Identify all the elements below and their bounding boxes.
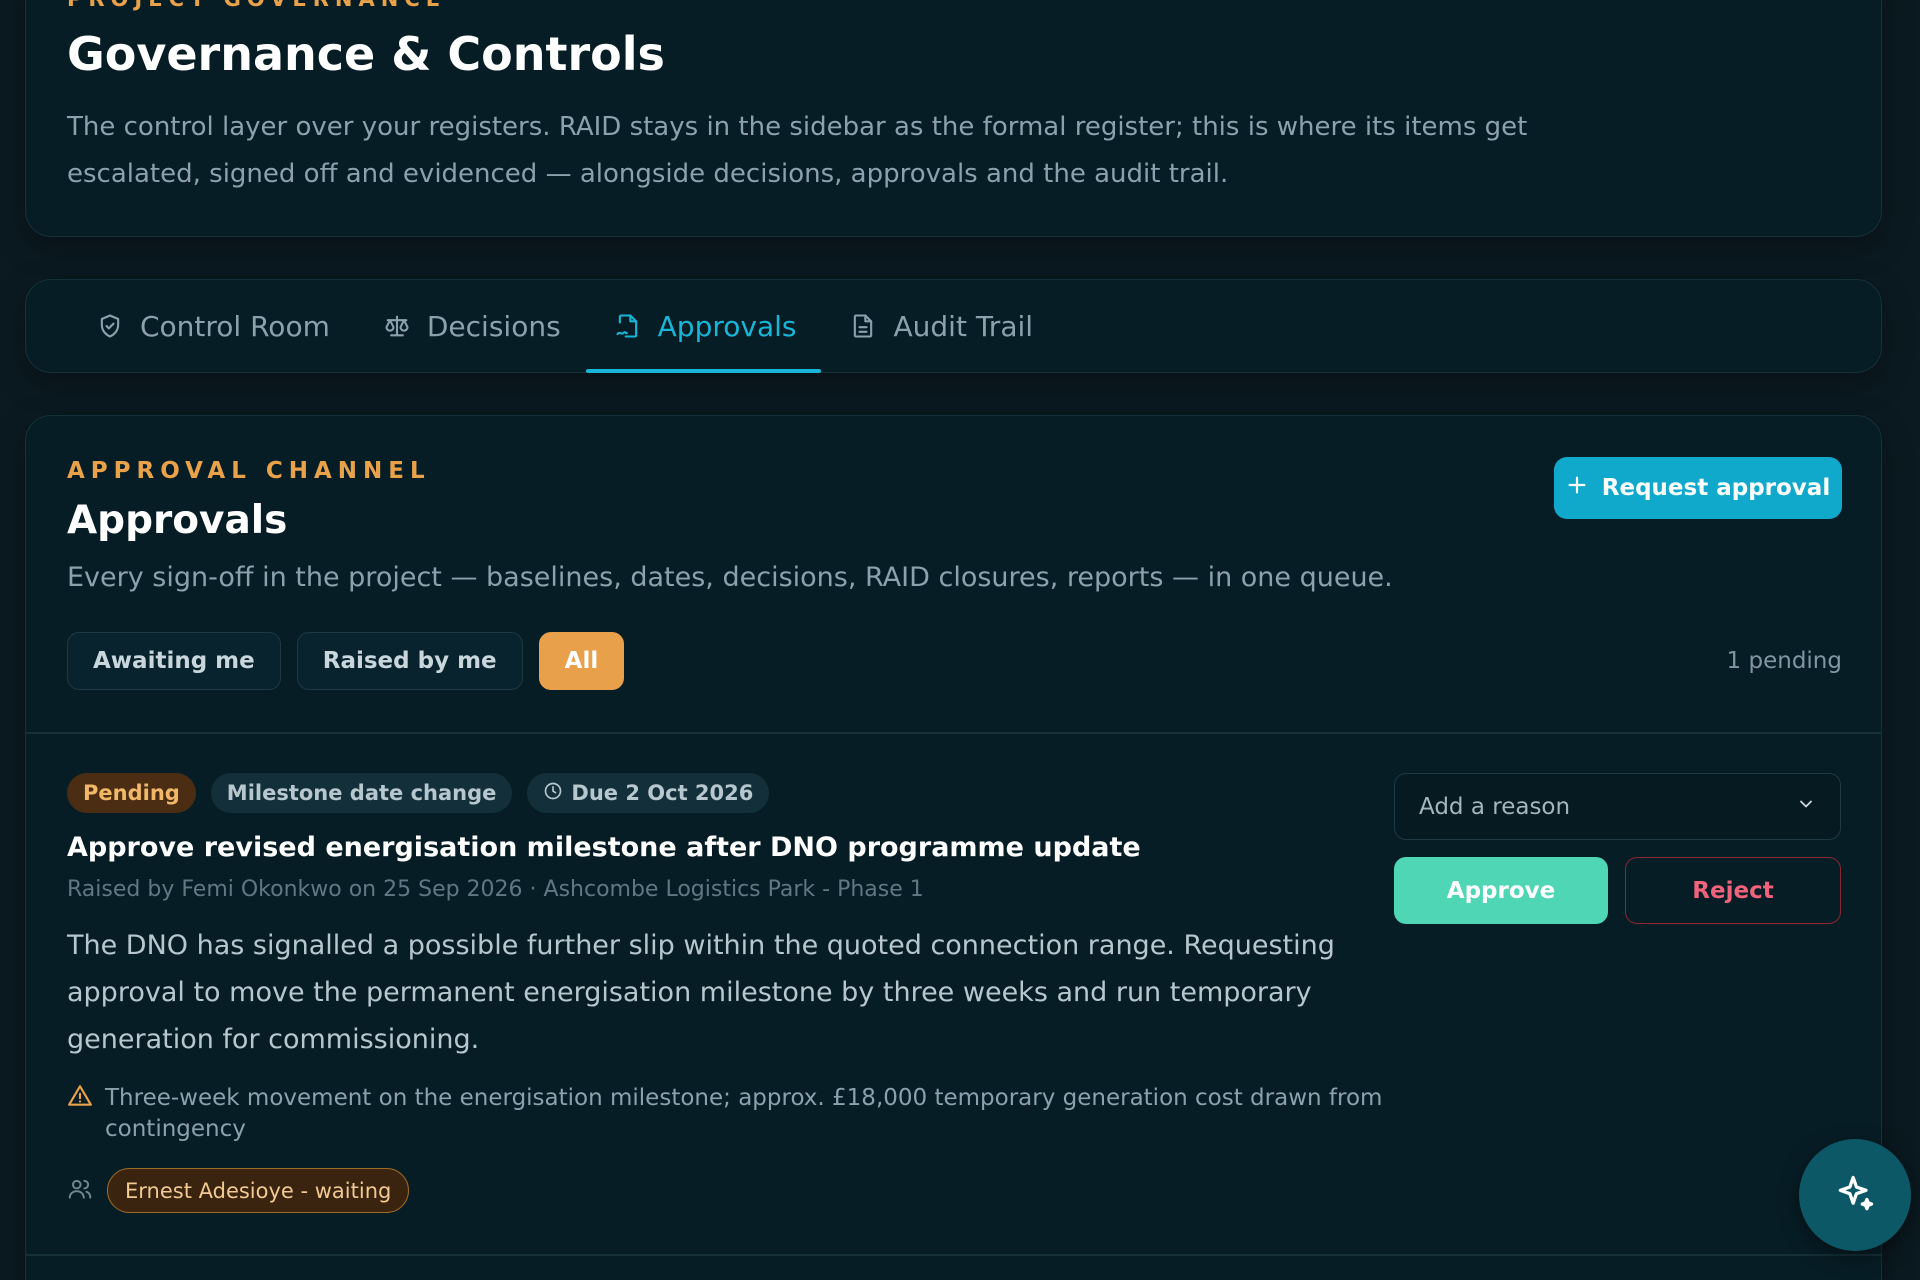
approvers-row: Ernest Adesioye - waiting: [67, 1168, 410, 1213]
sparkle-icon: [1833, 1172, 1877, 1219]
pending-count: 1 pending: [1726, 648, 1842, 674]
ai-assistant-button[interactable]: [1799, 1139, 1911, 1251]
reject-button[interactable]: Reject: [1625, 857, 1841, 924]
tab-decisions[interactable]: Decisions: [355, 280, 586, 372]
impact-note: Three-week movement on the energisation …: [67, 1083, 1387, 1145]
approval-badges: Pending Milestone date change Due 2 Oct …: [67, 773, 770, 813]
clock-icon: [543, 781, 563, 806]
status-badge: Pending: [67, 773, 196, 813]
reason-select[interactable]: Add a reason: [1394, 773, 1841, 840]
users-icon: [67, 1176, 93, 1206]
type-badge: Milestone date change: [210, 773, 513, 813]
item-divider: [26, 1254, 1881, 1256]
chevron-down-icon: [1796, 794, 1816, 820]
tab-label: Control Room: [140, 309, 330, 343]
approver-chip: Ernest Adesioye - waiting: [107, 1168, 410, 1213]
filter-raised-by-me[interactable]: Raised by me: [296, 632, 523, 690]
approval-meta: Raised by Femi Okonkwo on 25 Sep 2026 · …: [67, 877, 924, 902]
governance-tabs: Control Room Decisions Approvals Audit T…: [25, 279, 1882, 373]
request-approval-button[interactable]: Request approval: [1554, 457, 1842, 519]
approval-filters: Awaiting me Raised by me All: [67, 632, 625, 690]
due-badge: Due 2 Oct 2026: [527, 773, 770, 813]
approvals-card: APPROVAL CHANNEL Approvals Every sign-of…: [25, 415, 1882, 1280]
section-divider: [26, 732, 1881, 734]
scales-icon: [383, 312, 411, 340]
governance-page: PROJECT GOVERNANCE Governance & Controls…: [0, 0, 1920, 1280]
tab-approvals[interactable]: Approvals: [585, 280, 822, 373]
approval-description: The DNO has signalled a possible further…: [67, 930, 1335, 1055]
approval-title[interactable]: Approve revised energisation milestone a…: [67, 832, 1141, 863]
header-description: The control layer over your registers. R…: [67, 112, 1528, 189]
page-title: Governance & Controls: [67, 27, 665, 81]
filter-all[interactable]: All: [538, 632, 625, 690]
file-signature-icon: [614, 312, 642, 340]
tab-label: Audit Trail: [893, 309, 1034, 343]
due-label: Due 2 Oct 2026: [571, 781, 754, 805]
tab-control-room[interactable]: Control Room: [68, 280, 355, 372]
request-approval-label: Request approval: [1601, 475, 1831, 501]
approve-button[interactable]: Approve: [1394, 857, 1608, 924]
plus-icon: [1566, 474, 1588, 502]
tab-audit-trail[interactable]: Audit Trail: [821, 280, 1058, 372]
approvals-eyebrow: APPROVAL CHANNEL: [67, 458, 431, 484]
impact-text: Three-week movement on the energisation …: [105, 1085, 1383, 1142]
approvals-title: Approvals: [67, 498, 288, 543]
shield-check-icon: [96, 312, 124, 340]
reason-placeholder: Add a reason: [1419, 793, 1571, 820]
header-eyebrow: PROJECT GOVERNANCE: [67, 0, 446, 11]
tab-label: Decisions: [426, 309, 561, 343]
filter-awaiting-me[interactable]: Awaiting me: [67, 632, 281, 690]
warning-icon: [67, 1083, 93, 1145]
document-icon: [849, 312, 877, 340]
governance-header-card: PROJECT GOVERNANCE Governance & Controls…: [25, 0, 1882, 237]
approvals-subtitle: Every sign-off in the project — baseline…: [67, 562, 1393, 593]
tab-label: Approvals: [657, 309, 797, 343]
